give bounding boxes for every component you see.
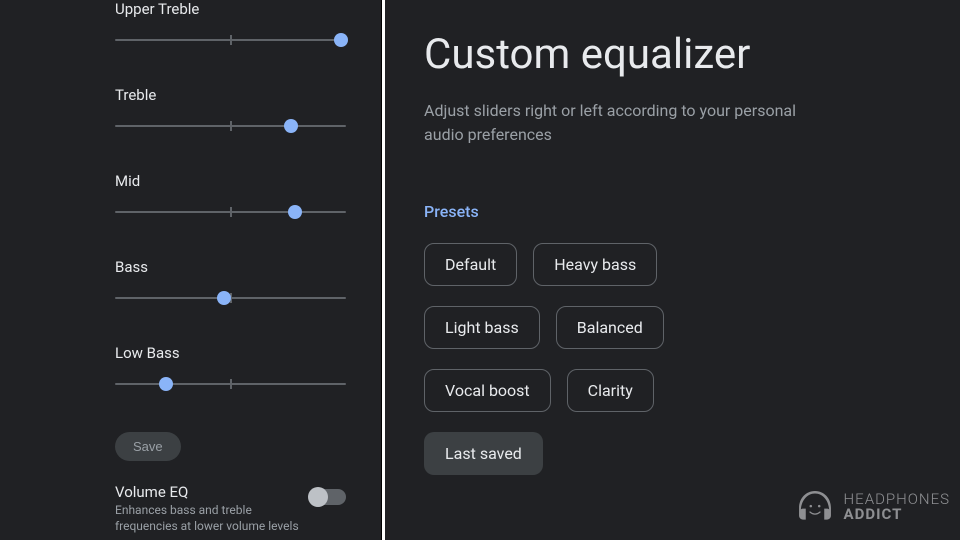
- preset-chip[interactable]: Balanced: [556, 306, 664, 349]
- preset-chip[interactable]: Light bass: [424, 306, 540, 349]
- preset-chip[interactable]: Default: [424, 243, 517, 286]
- volume-eq-toggle[interactable]: [310, 489, 346, 505]
- slider-row: Upper Treble: [115, 0, 346, 48]
- slider-thumb[interactable]: [334, 33, 348, 47]
- slider-center-tick: [230, 207, 232, 217]
- slider-thumb[interactable]: [288, 205, 302, 219]
- slider-row: Mid: [115, 172, 346, 220]
- preset-chip[interactable]: Last saved: [424, 432, 543, 475]
- preset-row: Light bass Balanced: [424, 306, 920, 349]
- slider-row: Treble: [115, 86, 346, 134]
- slider-thumb[interactable]: [217, 291, 231, 305]
- save-button[interactable]: Save: [115, 432, 181, 461]
- slider-row: Bass: [115, 258, 346, 306]
- slider-thumb[interactable]: [284, 119, 298, 133]
- slider-center-tick: [230, 379, 232, 389]
- slider-label: Treble: [115, 86, 346, 104]
- eq-slider[interactable]: [115, 376, 346, 392]
- slider-label: Mid: [115, 172, 346, 190]
- slider-thumb[interactable]: [159, 377, 173, 391]
- volume-eq-subtitle: Enhances bass and treble frequencies at …: [115, 503, 300, 534]
- eq-slider[interactable]: [115, 290, 346, 306]
- toggle-thumb: [308, 487, 328, 507]
- volume-eq-row: Volume EQ Enhances bass and treble frequ…: [115, 479, 346, 534]
- preset-chip[interactable]: Vocal boost: [424, 369, 551, 412]
- preset-chip[interactable]: Clarity: [567, 369, 654, 412]
- slider-label: Low Bass: [115, 344, 346, 362]
- slider-row: Low Bass: [115, 344, 346, 392]
- slider-center-tick: [230, 121, 232, 131]
- volume-eq-title: Volume EQ: [115, 483, 300, 501]
- preset-row: Vocal boost Clarity: [424, 369, 920, 412]
- custom-equalizer-panel: Custom equalizer Adjust sliders right or…: [384, 0, 960, 540]
- equalizer-sliders-panel: Upper Treble Treble Mid Bass Low Bass Save V…: [0, 0, 381, 540]
- presets-heading: Presets: [424, 202, 920, 221]
- preset-row: Last saved: [424, 432, 920, 475]
- eq-slider[interactable]: [115, 32, 346, 48]
- slider-label: Bass: [115, 258, 346, 276]
- page-subtitle: Adjust sliders right or left according t…: [424, 99, 824, 147]
- preset-chip[interactable]: Heavy bass: [533, 243, 657, 286]
- slider-center-tick: [230, 35, 232, 45]
- panel-divider: [382, 0, 385, 540]
- eq-slider[interactable]: [115, 204, 346, 220]
- slider-label: Upper Treble: [115, 0, 346, 18]
- page-title: Custom equalizer: [424, 30, 920, 79]
- eq-slider[interactable]: [115, 118, 346, 134]
- preset-row: Default Heavy bass: [424, 243, 920, 286]
